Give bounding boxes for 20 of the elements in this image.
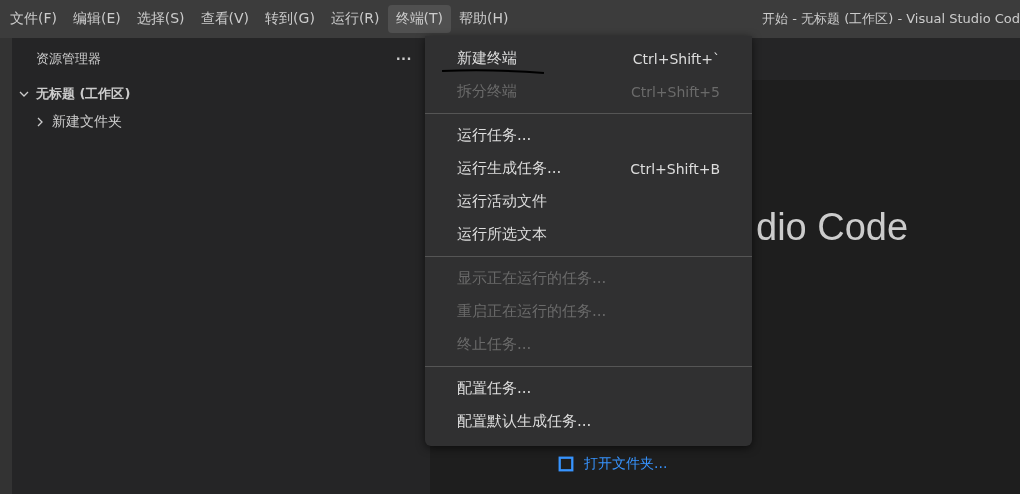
sidebar-title: 资源管理器 — [36, 50, 101, 68]
menu-item[interactable]: 转到(G) — [257, 5, 323, 33]
menu-item[interactable]: 选择(S) — [128, 5, 193, 33]
menu-option[interactable]: 运行所选文本 — [425, 218, 752, 251]
menu-item[interactable]: 文件(F) — [2, 5, 65, 33]
menu-option[interactable]: 配置默认生成任务... — [425, 405, 752, 438]
menu-item[interactable]: 查看(V) — [192, 5, 258, 33]
open-folder-link[interactable]: 打开文件夹... — [558, 455, 668, 473]
menu-option[interactable]: 新建终端 Ctrl+Shift+` — [425, 42, 752, 75]
welcome-heading: dio Code — [756, 206, 910, 249]
menu-item[interactable]: 帮助(H) — [451, 5, 517, 33]
menu-item[interactable]: 运行(R) — [322, 5, 388, 33]
menu-option[interactable]: 运行生成任务... Ctrl+Shift+B — [425, 152, 752, 185]
folder-icon — [558, 456, 574, 472]
menu-item[interactable]: 编辑(E) — [65, 5, 129, 33]
menu-option[interactable]: 配置任务... — [425, 372, 752, 405]
menu-item[interactable]: 终端(T) — [387, 5, 451, 33]
more-button[interactable]: ··· — [394, 50, 414, 68]
window-title: 开始 - 无标题 (工作区) - Visual Studio Cod — [762, 10, 1020, 28]
menu-option[interactable]: 运行活动文件 — [425, 185, 752, 218]
